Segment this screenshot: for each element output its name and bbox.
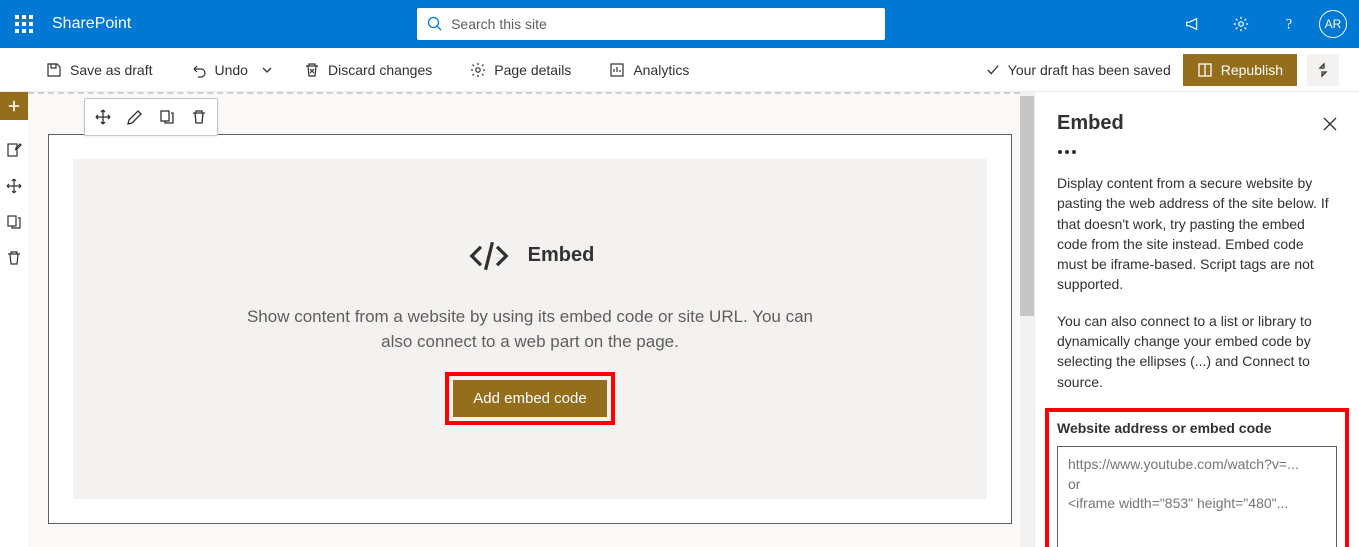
- undo-icon: [191, 62, 207, 78]
- save-draft-button[interactable]: Save as draft: [36, 54, 163, 86]
- toolbar-label: Save as draft: [70, 62, 153, 78]
- property-panel: Embed Display content from a secure webs…: [1034, 92, 1359, 547]
- gear-icon: [470, 62, 486, 78]
- left-rail: [0, 92, 28, 547]
- suite-header: SharePoint ? AR: [0, 0, 1359, 48]
- status-text: Your draft has been saved: [1008, 62, 1171, 78]
- toolbar-label: Undo: [215, 62, 248, 78]
- undo-button[interactable]: Undo: [181, 54, 258, 86]
- add-embed-code-button[interactable]: Add embed code: [453, 380, 606, 417]
- help-icon[interactable]: ?: [1267, 0, 1311, 48]
- header-center: [131, 8, 1171, 40]
- panel-para2: You can also connect to a list or librar…: [1057, 311, 1337, 392]
- svg-text:?: ?: [1286, 17, 1292, 33]
- undo-dropdown[interactable]: [258, 54, 276, 86]
- embed-input-label: Website address or embed code: [1057, 420, 1337, 436]
- panel-more-button[interactable]: [1057, 149, 1337, 155]
- embed-webpart[interactable]: Embed Show content from a website by usi…: [48, 134, 1012, 524]
- toolbar-label: Page details: [494, 62, 571, 78]
- toolbar-label: Discard changes: [328, 62, 432, 78]
- embed-code-textarea[interactable]: [1057, 446, 1337, 547]
- trash-icon: [6, 250, 22, 266]
- copy-icon: [6, 214, 22, 230]
- move-rail-button[interactable]: [0, 172, 28, 200]
- embed-description: Show content from a website by using its…: [240, 305, 820, 354]
- highlight-box: Website address or embed code Learn more: [1045, 408, 1349, 547]
- plus-icon: [7, 99, 21, 113]
- move-icon: [6, 178, 22, 194]
- wp-edit-button[interactable]: [121, 103, 149, 131]
- pencil-icon: [127, 109, 143, 125]
- search-icon: [427, 16, 443, 32]
- search-box[interactable]: [417, 8, 885, 40]
- copy-icon: [159, 109, 175, 125]
- save-status: Your draft has been saved: [986, 62, 1183, 78]
- megaphone-icon[interactable]: [1171, 0, 1215, 48]
- edit-rail-button[interactable]: [0, 136, 28, 164]
- collapse-panel-button[interactable]: [1307, 54, 1339, 86]
- close-icon: [1323, 117, 1337, 131]
- delete-rail-button[interactable]: [0, 244, 28, 272]
- panel-header: Embed: [1057, 112, 1337, 135]
- discard-icon: [304, 62, 320, 78]
- pencil-page-icon: [6, 142, 22, 158]
- analytics-button[interactable]: Analytics: [599, 54, 699, 86]
- book-icon: [1197, 62, 1213, 78]
- settings-icon[interactable]: [1219, 0, 1263, 48]
- app-name: SharePoint: [52, 15, 131, 33]
- check-icon: [986, 63, 1000, 77]
- wp-move-button[interactable]: [89, 103, 117, 131]
- code-icon: [466, 233, 512, 279]
- republish-button[interactable]: Republish: [1183, 54, 1297, 86]
- webpart-toolbar: [84, 98, 218, 136]
- header-right: ? AR: [1171, 0, 1359, 48]
- page-toolbar: Save as draft Undo Discard changes Page …: [0, 48, 1359, 92]
- page-details-button[interactable]: Page details: [460, 54, 581, 86]
- main-area: Embed Show content from a website by usi…: [0, 92, 1359, 547]
- add-section-button[interactable]: [0, 92, 28, 120]
- panel-para1: Display content from a secure website by…: [1057, 173, 1337, 295]
- copy-rail-button[interactable]: [0, 208, 28, 236]
- toolbar-label: Republish: [1221, 62, 1283, 78]
- embed-header: Embed: [466, 233, 595, 279]
- avatar[interactable]: AR: [1319, 10, 1347, 38]
- embed-placeholder: Embed Show content from a website by usi…: [73, 159, 987, 499]
- analytics-icon: [609, 62, 625, 78]
- chevron-down-icon: [262, 65, 272, 75]
- scroll-thumb[interactable]: [1020, 96, 1034, 316]
- panel-title: Embed: [1057, 112, 1124, 135]
- toolbar-label: Analytics: [633, 62, 689, 78]
- search-input[interactable]: [451, 16, 875, 32]
- save-icon: [46, 62, 62, 78]
- move-icon: [95, 109, 111, 125]
- panel-close-button[interactable]: [1323, 117, 1337, 131]
- waffle-icon: [15, 15, 33, 33]
- wp-delete-button[interactable]: [185, 103, 213, 131]
- highlight-box: Add embed code: [445, 372, 614, 425]
- discard-button[interactable]: Discard changes: [294, 54, 442, 86]
- wp-duplicate-button[interactable]: [153, 103, 181, 131]
- trash-icon: [191, 109, 207, 125]
- canvas: Embed Show content from a website by usi…: [28, 92, 1020, 547]
- app-launcher[interactable]: [0, 0, 48, 48]
- canvas-scrollbar[interactable]: [1020, 92, 1034, 547]
- more-icon: [1057, 149, 1077, 155]
- embed-title: Embed: [528, 244, 595, 267]
- collapse-icon: [1315, 62, 1331, 78]
